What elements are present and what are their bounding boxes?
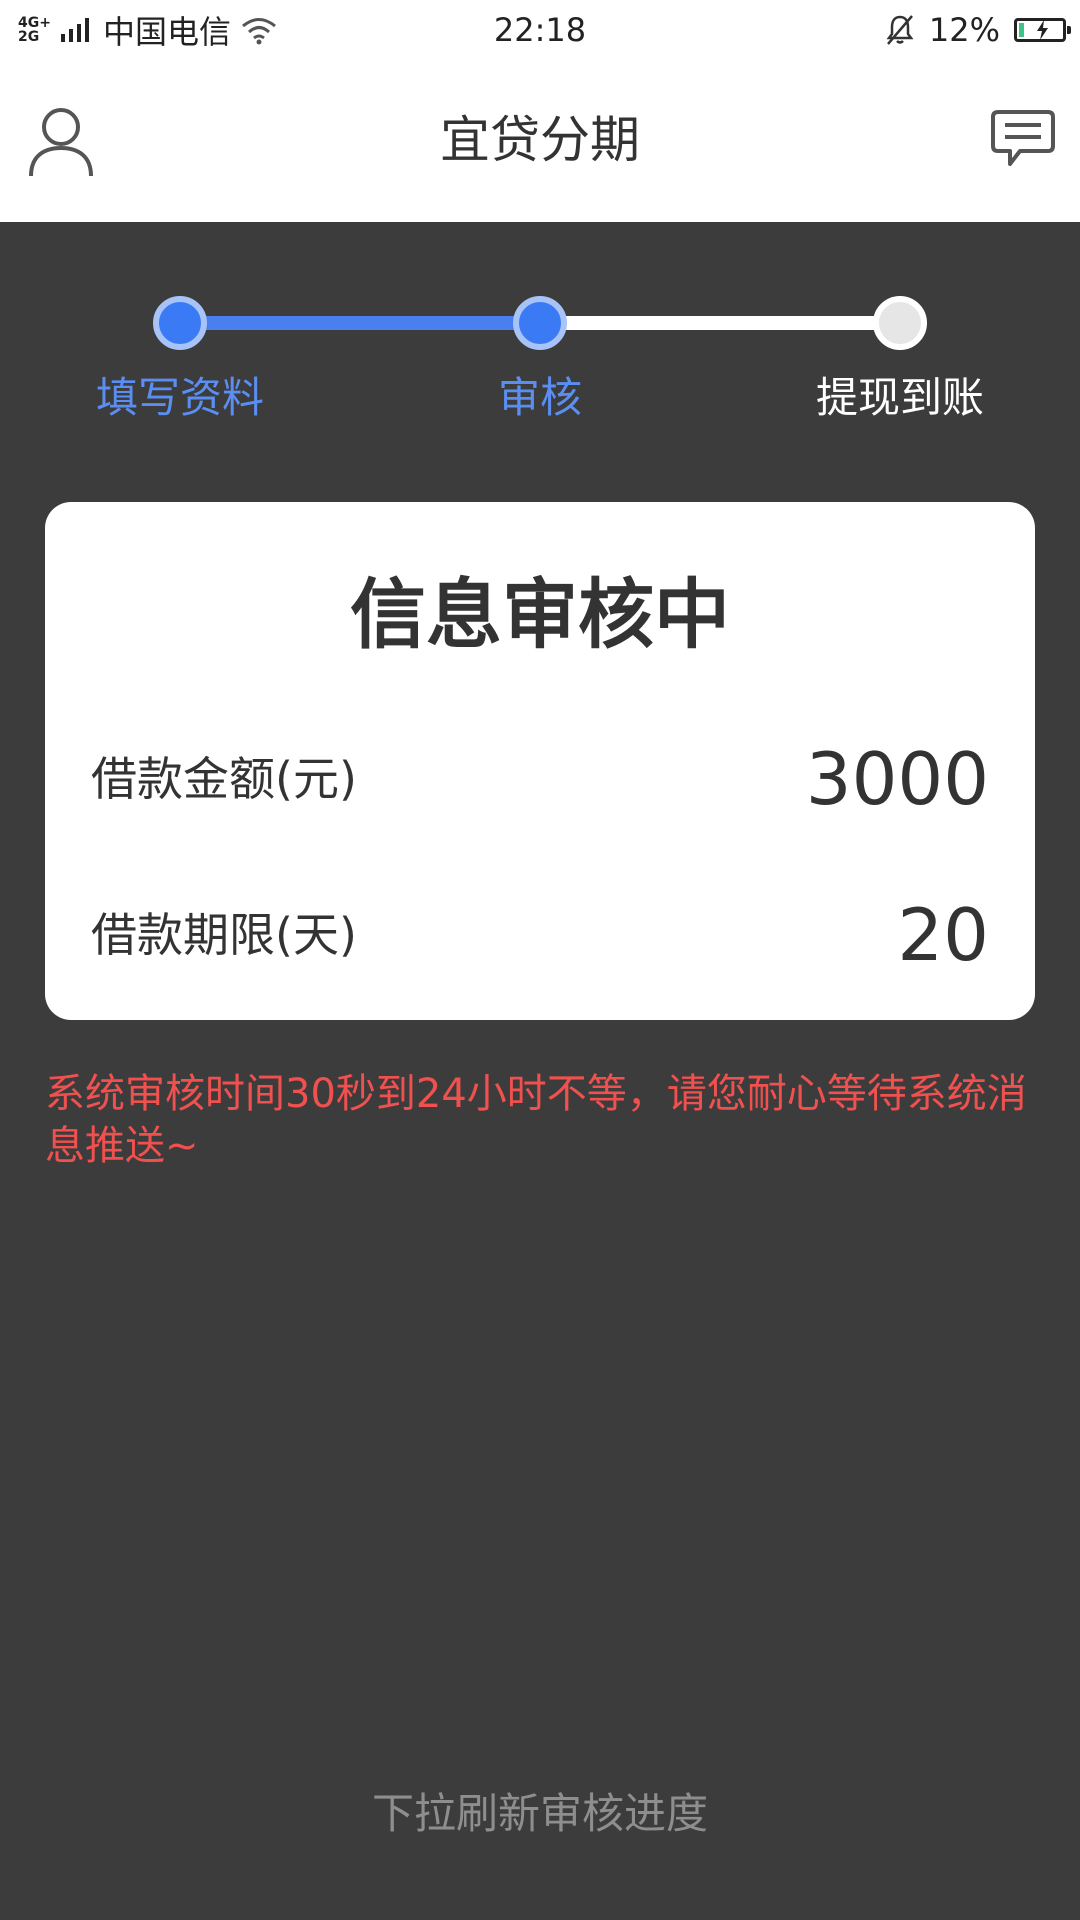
status-right: 12% <box>885 8 1071 52</box>
step-1-dot <box>153 296 207 350</box>
progress-steps: 填写资料 审核 提现到账 <box>0 222 1080 462</box>
review-status-title: 信息审核中 <box>350 570 730 659</box>
review-notice: 系统审核时间30秒到24小时不等，请您耐心等待系统消息推送~ <box>45 1071 1027 1169</box>
status-bar: 4G+ 2G 中国电信 22:18 12% <box>0 0 1080 60</box>
step-1-label: 填写资料 <box>95 373 264 422</box>
step-3-label: 提现到账 <box>815 373 984 422</box>
battery-percent: 12% <box>928 11 1000 49</box>
charging-bolt-icon <box>1037 20 1048 40</box>
app-header: 宜贷分期 <box>0 60 1080 222</box>
mute-bell-icon <box>886 15 914 45</box>
step-2-dot <box>513 296 567 350</box>
loan-term-row: 借款期限(天) 20 <box>91 890 989 980</box>
loan-amount-label: 借款金额(元) <box>91 752 357 806</box>
battery-level <box>1019 23 1024 37</box>
message-icon[interactable] <box>990 108 1056 170</box>
step-3-dot <box>873 296 927 350</box>
loan-amount-row: 借款金额(元) 3000 <box>91 734 989 824</box>
review-status-card: 信息审核中 借款金额(元) 3000 借款期限(天) 20 <box>45 502 1035 1020</box>
step-connector-done <box>180 316 540 330</box>
battery-icon <box>1014 18 1071 42</box>
page-title: 宜贷分期 <box>440 111 640 169</box>
loan-term-value: 20 <box>897 893 989 977</box>
pull-to-refresh-hint: 下拉刷新审核进度 <box>371 1789 708 1838</box>
step-connector-pending <box>540 316 900 330</box>
loan-term-label: 借款期限(天) <box>91 908 357 962</box>
loan-amount-value: 3000 <box>805 737 989 821</box>
step-2-label: 审核 <box>497 373 582 422</box>
